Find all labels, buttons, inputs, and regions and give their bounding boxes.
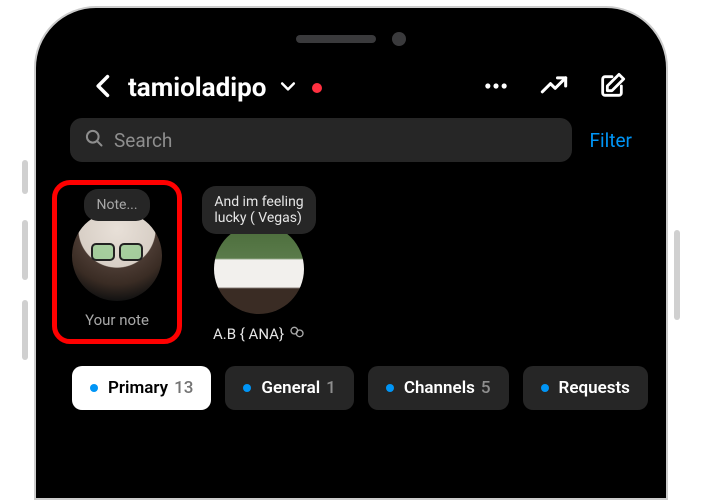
- note-label: Your note: [85, 311, 149, 329]
- tab-label: General: [261, 378, 320, 398]
- note-bubble[interactable]: Note...: [84, 189, 149, 221]
- tab-general[interactable]: General 1: [225, 366, 353, 410]
- search-input[interactable]: Search: [70, 118, 572, 162]
- avatar[interactable]: [214, 224, 304, 314]
- speaker: [296, 35, 376, 43]
- back-icon[interactable]: [90, 72, 118, 104]
- header: tamioladipo: [48, 54, 654, 118]
- close-friends-icon: [289, 324, 305, 344]
- phone-side-button: [22, 220, 28, 280]
- more-icon[interactable]: [482, 72, 510, 104]
- tab-requests[interactable]: Requests: [523, 366, 648, 410]
- search-placeholder: Search: [114, 129, 172, 152]
- front-camera: [392, 32, 406, 46]
- chevron-down-icon[interactable]: [276, 76, 298, 100]
- tab-label: Requests: [559, 378, 630, 398]
- compose-icon[interactable]: [598, 72, 626, 104]
- avatar[interactable]: [72, 211, 162, 301]
- tab-channels[interactable]: Channels 5: [368, 366, 509, 410]
- unread-dot: [90, 384, 98, 392]
- tab-primary[interactable]: Primary 13: [72, 366, 211, 410]
- note-bubble[interactable]: And im feeling lucky ( Vegas): [202, 186, 315, 234]
- filter-button[interactable]: Filter: [590, 129, 632, 152]
- tab-count: 13: [174, 378, 193, 398]
- tab-label: Primary: [108, 378, 168, 398]
- tab-count: 5: [481, 378, 491, 398]
- tab-count: 1: [326, 378, 336, 398]
- friend-note-item[interactable]: And im feeling lucky ( Vegas) A.B { ANA}: [194, 180, 324, 344]
- note-label: A.B { ANA}: [213, 324, 305, 344]
- phone-frame: tamioladipo Search Filter Note...: [36, 8, 666, 498]
- inbox-tabs: Primary 13 General 1 Channels 5 Requests: [48, 344, 654, 410]
- notes-row: Note... Your note And im feeling lucky (…: [48, 180, 654, 344]
- tab-label: Channels: [404, 378, 475, 398]
- phone-side-button: [22, 300, 28, 360]
- unread-dot: [243, 384, 251, 392]
- notification-dot: [312, 83, 322, 93]
- phone-side-button: [22, 160, 28, 194]
- phone-side-button: [674, 230, 680, 320]
- note-label-text: A.B { ANA}: [213, 325, 284, 343]
- search-row: Search Filter: [48, 118, 654, 180]
- trending-icon[interactable]: [540, 72, 568, 104]
- your-note-item[interactable]: Note... Your note: [52, 180, 182, 344]
- glasses-graphic: [89, 243, 145, 263]
- search-icon: [84, 128, 104, 152]
- account-username[interactable]: tamioladipo: [128, 73, 266, 103]
- phone-notch: [48, 20, 654, 54]
- unread-dot: [386, 384, 394, 392]
- unread-dot: [541, 384, 549, 392]
